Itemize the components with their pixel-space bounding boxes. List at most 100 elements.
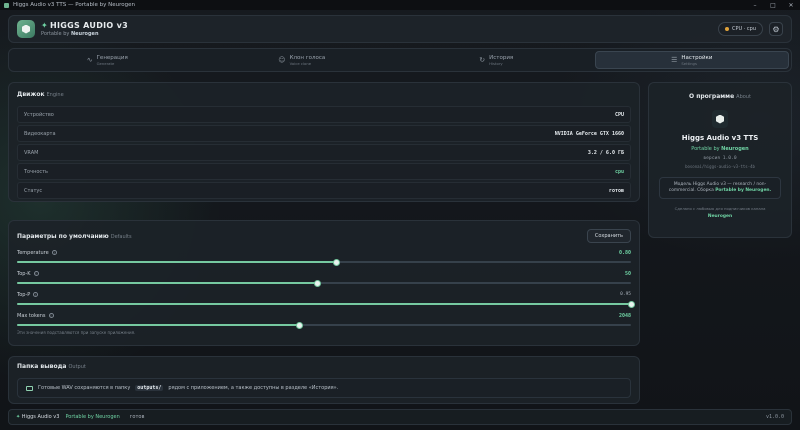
param-name: Max tokens bbox=[17, 312, 46, 319]
info-icon[interactable]: i bbox=[33, 292, 39, 297]
about-by-prefix: Portable by bbox=[691, 146, 720, 152]
param-max-tokens: Max tokens i 2048 bbox=[17, 312, 631, 329]
tab-sublabel: Voice clone bbox=[289, 60, 312, 66]
settings-sliders-icon: ☰ bbox=[671, 56, 678, 64]
slider-thumb[interactable] bbox=[332, 258, 340, 266]
engine-row-key: Точность bbox=[24, 168, 49, 175]
output-card: Папка вывода Output Готовые WAV сохраняют… bbox=[8, 356, 640, 404]
param-header: Temperature i 0.80 bbox=[17, 249, 631, 256]
close-icon[interactable]: ✕ bbox=[782, 0, 800, 10]
diamond-icon: ✦ bbox=[41, 21, 49, 30]
statusbar-by: Portable by Neurogen bbox=[65, 414, 120, 420]
engine-row-precision: Точность cpu bbox=[17, 163, 631, 180]
param-header: Top-K i 50 bbox=[17, 270, 631, 277]
engine-title-text: Движок bbox=[17, 91, 45, 98]
tab-sublabel: History bbox=[489, 60, 503, 66]
history-icon: ↻ bbox=[479, 56, 486, 64]
slider-thumb[interactable] bbox=[295, 321, 303, 329]
slider-thumb[interactable] bbox=[627, 300, 635, 308]
wave-icon: ∿ bbox=[86, 56, 93, 64]
engine-rows: Устройство CPU Видеокарта NVIDIA GeForce G… bbox=[17, 106, 631, 199]
output-path[interactable]: outputs/ bbox=[135, 385, 164, 391]
output-title: Папка вывода Output bbox=[17, 363, 631, 370]
about-footer-author[interactable]: Neurogen bbox=[657, 214, 783, 219]
about-title: О программе About bbox=[657, 93, 783, 100]
engine-row-value: CPU bbox=[614, 111, 624, 118]
folder-icon bbox=[26, 385, 33, 391]
engine-row-key: VRAM bbox=[24, 149, 39, 156]
engine-row-gpu: Видеокарта NVIDIA GeForce GTX 1660 bbox=[17, 125, 631, 142]
tab-sublabel: Settings bbox=[681, 60, 697, 66]
output-title-en: Output bbox=[68, 364, 86, 370]
statusbar-brand: ✦ Higgs Audio v3 bbox=[16, 414, 59, 420]
defaults-hint: Эти значения подставляются при запуске п… bbox=[17, 330, 136, 335]
engine-row-vram: VRAM 3.2 / 6.0 ГБ bbox=[17, 144, 631, 161]
info-icon[interactable]: i bbox=[48, 313, 54, 318]
defaults-header: Параметры по умолчанию Defaults Сохранить bbox=[17, 227, 631, 245]
param-name: Temperature bbox=[17, 249, 49, 256]
diamond-icon: ✦ bbox=[16, 414, 21, 420]
param-top-k: Top-K i 50 bbox=[17, 270, 631, 287]
device-indicator[interactable]: CPU · cpu bbox=[717, 22, 763, 36]
defaults-card: Параметры по умолчанию Defaults Сохранить… bbox=[8, 220, 640, 346]
about-repo[interactable]: bosonai/higgs-audio-v3-tts-4b bbox=[657, 164, 783, 169]
max-tokens-slider[interactable] bbox=[17, 321, 631, 329]
info-icon[interactable]: i bbox=[51, 250, 57, 255]
tab-history[interactable]: ↻ История History bbox=[400, 51, 593, 69]
tab-label: История bbox=[489, 54, 514, 61]
device-label: CPU · cpu bbox=[731, 26, 756, 32]
tab-sublabel: Generate bbox=[96, 60, 115, 66]
tab-generate[interactable]: ∿ Генерация Generate bbox=[11, 51, 204, 69]
param-value: 0.80 bbox=[618, 249, 631, 256]
main-tabs: ∿ Генерация Generate ☺ Клон голоса Voice c… bbox=[8, 48, 792, 72]
statusbar-status: готов bbox=[129, 414, 145, 420]
param-value: 2048 bbox=[618, 312, 631, 319]
tab-label: Настройки bbox=[681, 54, 713, 61]
engine-row-value: 3.2 / 6.0 ГБ bbox=[587, 149, 624, 156]
minimize-icon[interactable]: – bbox=[746, 0, 764, 10]
engine-row-value: cpu bbox=[614, 168, 624, 175]
param-value: 50 bbox=[624, 270, 631, 277]
window-controls: – □ ✕ bbox=[746, 0, 800, 10]
save-button[interactable]: Сохранить bbox=[586, 229, 631, 243]
engine-row-status: Статус готов bbox=[17, 182, 631, 199]
window-titlebar: Higgs Audio v3 TTS — Portable by Neuroge… bbox=[0, 0, 800, 10]
about-title-text: О программе bbox=[689, 93, 735, 100]
about-logo-icon bbox=[712, 110, 728, 128]
tab-settings[interactable]: ☰ Настройки Settings bbox=[594, 51, 789, 69]
engine-row-value: готов bbox=[608, 187, 624, 194]
engine-row-key: Статус bbox=[24, 187, 43, 194]
slider-thumb[interactable] bbox=[314, 279, 322, 287]
engine-title-en: Engine bbox=[46, 92, 64, 98]
gear-icon[interactable]: ⚙ bbox=[769, 22, 783, 36]
about-card: О программе About Higgs Audio v3 TTS Port… bbox=[648, 82, 792, 238]
tab-voice-clone[interactable]: ☺ Клон голоса Voice clone bbox=[206, 51, 399, 69]
info-icon[interactable]: i bbox=[33, 271, 39, 276]
engine-row-device: Устройство CPU bbox=[17, 106, 631, 123]
engine-row-key: Устройство bbox=[24, 111, 54, 118]
tab-label: Клон голоса bbox=[289, 54, 326, 61]
about-note-bold: Portable by Neurogen. bbox=[715, 188, 772, 193]
engine-card: Движок Engine Устройство CPU Видеокарта NVI… bbox=[8, 82, 640, 202]
top-p-slider[interactable] bbox=[17, 300, 635, 308]
defaults-title-text: Параметры по умолчанию bbox=[17, 232, 109, 240]
about-by: Portable by Neurogen bbox=[657, 146, 783, 152]
engine-row-key: Видеокарта bbox=[24, 130, 56, 137]
header-actions: CPU · cpu ⚙ bbox=[717, 22, 783, 36]
status-dot-icon bbox=[724, 27, 729, 31]
brand-block: ✦ HIGGS AUDIO v3 Portable by Neurogen bbox=[41, 21, 128, 37]
temperature-slider[interactable] bbox=[17, 258, 631, 266]
param-name: Top-P bbox=[17, 291, 31, 298]
brand-title: ✦ HIGGS AUDIO v3 bbox=[41, 21, 128, 30]
about-by-author: Neurogen bbox=[721, 146, 749, 152]
output-title-text: Папка вывода bbox=[17, 363, 67, 370]
top-k-slider[interactable] bbox=[17, 279, 631, 287]
app-logo-icon bbox=[17, 20, 35, 38]
param-header: Top-P i 0.95 bbox=[17, 291, 631, 298]
tab-label: Генерация bbox=[96, 54, 128, 61]
maximize-icon[interactable]: □ bbox=[764, 0, 782, 10]
app-icon bbox=[4, 2, 9, 8]
brand-subtitle: Portable by Neurogen bbox=[41, 31, 128, 37]
output-text-before: Готовые WAV сохраняются в папку bbox=[38, 385, 131, 391]
window-title: Higgs Audio v3 TTS — Portable by Neuroge… bbox=[13, 2, 136, 8]
